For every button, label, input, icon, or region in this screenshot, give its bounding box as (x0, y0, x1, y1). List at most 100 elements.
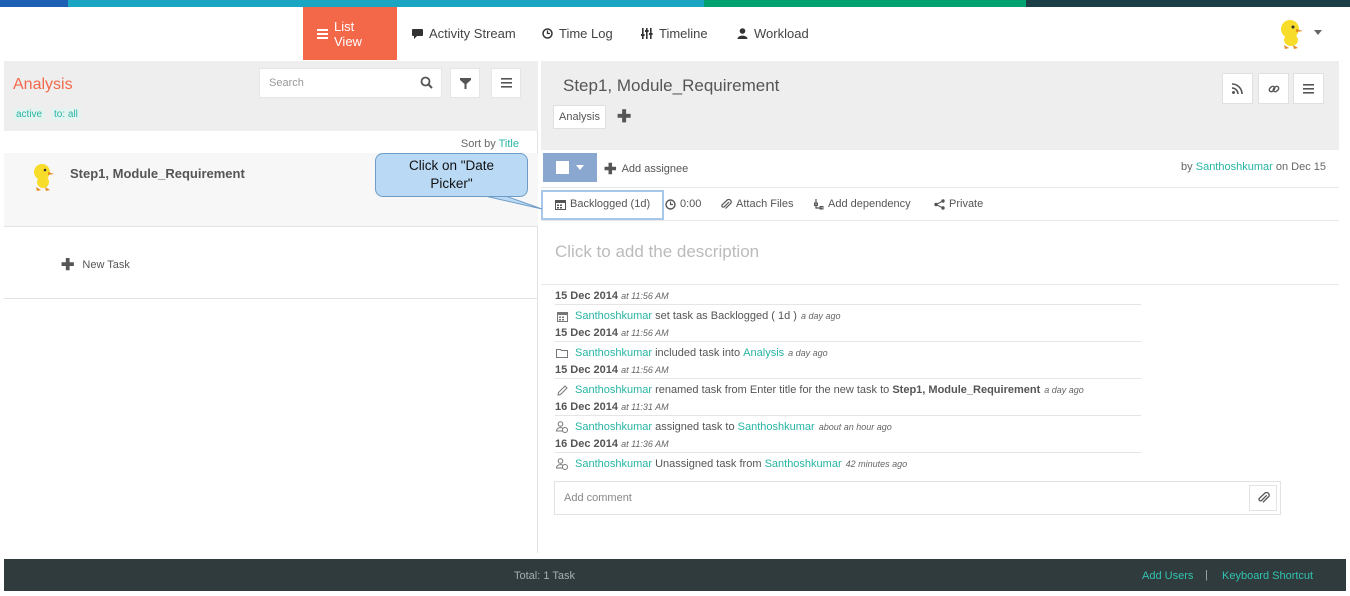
created-date: on Dec 15 (1275, 161, 1326, 173)
tab-label: Timeline (659, 26, 708, 41)
tab-label: Activity Stream (429, 26, 516, 41)
by-prefix: by (1181, 161, 1193, 173)
total-tasks: Total: 1 Task (514, 570, 575, 582)
user-avatar[interactable] (1276, 19, 1306, 49)
activity-ago: 42 minutes ago (845, 459, 908, 469)
creator-link[interactable]: Santhoshkumar (1196, 161, 1273, 173)
tab-list-view[interactable]: List View (303, 7, 397, 60)
activity-entry: Santhoshkumar Unassigned task from Santh… (555, 453, 1141, 475)
tab-label: Workload (754, 26, 809, 41)
calendar-icon (555, 311, 569, 322)
share-icon (934, 198, 945, 210)
search-input[interactable] (260, 69, 400, 97)
project-link[interactable]: Analysis (743, 347, 784, 359)
user-link[interactable]: Santhoshkumar (575, 384, 652, 396)
tab-time-log[interactable]: Time Log (528, 7, 627, 60)
search-box (259, 68, 442, 98)
filter-icon (459, 77, 471, 89)
assign-user-icon (555, 458, 569, 470)
chevron-down-icon (576, 165, 584, 170)
assignee-link[interactable]: Santhoshkumar (738, 421, 815, 433)
time-value: 0:00 (680, 198, 702, 210)
top-color-stripe (0, 0, 1350, 7)
clock-icon (665, 198, 676, 210)
activity-ago: about an hour ago (818, 422, 892, 432)
assignee-link[interactable]: Santhoshkumar (765, 458, 842, 470)
keyboard-shortcut-link[interactable]: Keyboard Shortcut (1222, 570, 1313, 582)
assignee-avatar (34, 164, 54, 191)
activity-date-text: 15 Dec 2014 (555, 364, 618, 376)
search-icon[interactable] (420, 76, 433, 92)
activity-entry: Santhoshkumar set task as Backlogged ( 1… (555, 305, 1141, 327)
chevron-down-icon[interactable] (1314, 30, 1322, 35)
user-link[interactable]: Santhoshkumar (575, 310, 652, 322)
tab-timeline[interactable]: Timeline (627, 7, 722, 60)
activity-time: at 11:31 AM (621, 402, 669, 412)
menu-icon (500, 78, 512, 88)
filter-to-all-tag[interactable]: to: all (51, 108, 81, 121)
project-tag[interactable]: Analysis (553, 105, 606, 129)
filter-active-tag[interactable]: active (13, 108, 46, 121)
activity-ago: a day ago (788, 348, 828, 358)
task-title[interactable]: Step1, Module_Requirement (563, 76, 779, 96)
activity-text: assigned task to (655, 421, 735, 433)
task-list-panel: Analysis active to: all Sort by Title S (4, 61, 538, 553)
user-link[interactable]: Santhoshkumar (575, 458, 652, 470)
task-detail-panel: Step1, Module_Requirement Analysis ✚ ✚ A… (541, 61, 1339, 553)
time-log-button[interactable]: 0:00 (665, 198, 701, 210)
stripe-segment-cyan (68, 0, 704, 7)
dependency-icon (814, 198, 824, 210)
add-dependency-button[interactable]: Add dependency (814, 198, 911, 210)
attach-comment-button[interactable] (1249, 485, 1277, 511)
activity-log: 15 Dec 2014 at 11:56 AM Santhoshkumar se… (555, 290, 1141, 475)
link-button[interactable] (1258, 73, 1289, 104)
activity-text: renamed task from Enter title for the ne… (655, 384, 890, 396)
rss-button[interactable] (1222, 73, 1253, 104)
footer-bar: Total: 1 Task Add Users | Keyboard Short… (4, 559, 1346, 591)
user-link[interactable]: Santhoshkumar (575, 421, 652, 433)
activity-time: at 11:56 AM (621, 365, 669, 375)
link-icon (1268, 85, 1279, 92)
activity-date: 15 Dec 2014 at 11:56 AM (555, 327, 1141, 342)
task-tools-row: Backlogged (1d) 0:00 Attach Files Add de… (541, 187, 1339, 221)
comment-box (554, 481, 1281, 515)
activity-date: 16 Dec 2014 at 11:36 AM (555, 438, 1141, 453)
divider (541, 284, 1339, 285)
task-list-header: Analysis active to: all (4, 61, 538, 131)
add-users-link[interactable]: Add Users (1142, 570, 1193, 582)
paperclip-icon (1257, 492, 1270, 503)
date-picker-button[interactable]: Backlogged (1d) (555, 198, 650, 210)
activity-date-text: 16 Dec 2014 (555, 438, 618, 450)
comment-input[interactable] (555, 482, 1235, 514)
filter-button[interactable] (450, 68, 480, 98)
add-assignee-button[interactable]: ✚ Add assignee (604, 160, 688, 178)
attach-files-button[interactable]: Attach Files (720, 198, 793, 210)
list-icon (317, 28, 328, 39)
user-icon (737, 28, 748, 39)
new-task-button[interactable]: ✚ New Task (61, 255, 130, 275)
project-title: Analysis (13, 76, 73, 93)
sort-value-link[interactable]: Title (499, 138, 519, 150)
paperclip-icon (720, 198, 732, 210)
activity-entry: Santhoshkumar renamed task from Enter ti… (555, 379, 1141, 401)
task-name-bold: Step1, Module_Requirement (892, 384, 1041, 396)
plus-icon: ✚ (604, 161, 617, 178)
tab-workload[interactable]: Workload (723, 7, 823, 60)
tab-activity-stream[interactable]: Activity Stream (398, 7, 530, 60)
activity-time: at 11:56 AM (621, 291, 669, 301)
complete-checkbox-dropdown[interactable] (543, 153, 597, 182)
user-link[interactable]: Santhoshkumar (575, 347, 652, 359)
description-placeholder[interactable]: Click to add the description (555, 242, 759, 262)
checkbox[interactable] (556, 161, 569, 174)
sort-label: Sort by (460, 138, 496, 150)
activity-date: 15 Dec 2014 at 11:56 AM (555, 364, 1141, 379)
list-menu-button[interactable] (491, 68, 521, 98)
task-menu-button[interactable] (1293, 73, 1324, 104)
activity-date-text: 15 Dec 2014 (555, 327, 618, 339)
activity-date: 15 Dec 2014 at 11:56 AM (555, 290, 1141, 305)
add-tag-icon[interactable]: ✚ (617, 107, 631, 127)
assign-user-icon (555, 421, 569, 433)
sliders-icon (641, 28, 653, 39)
private-button[interactable]: Private (934, 198, 983, 210)
pencil-icon (555, 384, 569, 396)
